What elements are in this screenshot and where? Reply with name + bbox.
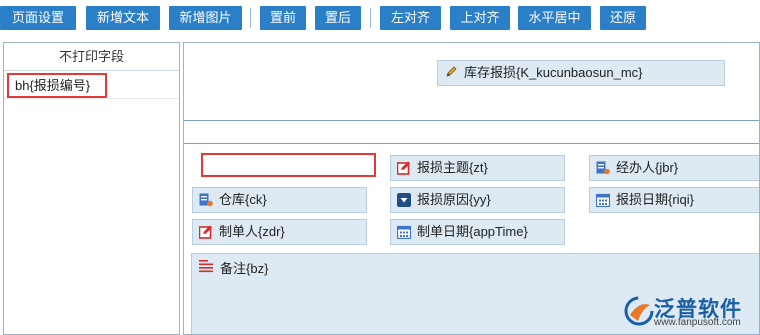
page-setup-button[interactable]: 页面设置 [0,6,76,30]
document-icon [199,193,213,207]
fanpusoft-logo: 泛普软件 www.fanpusoft.com [624,291,754,331]
calendar-icon [596,193,610,207]
title-field-label: 库存报损{K_kucunbaosun_mc} [464,65,643,80]
toolbar: 页面设置 新增文本 新增图片 置前 置后 左对齐 上对齐 水平居中 还原 [0,0,760,38]
field-creator-label: 制单人{zdr} [219,224,285,239]
field-reason[interactable]: 报损原因{yy} [390,187,565,213]
field-reason-label: 报损原因{yy} [417,192,491,207]
edit-icon [397,161,410,175]
empty-field-slot[interactable] [201,153,376,177]
field-date-label: 报损日期{riqi} [616,192,695,207]
restore-button[interactable]: 还原 [600,6,646,30]
calendar-icon [397,225,411,239]
send-back-button[interactable]: 置后 [315,6,361,30]
pencil-icon [446,66,457,77]
toolbar-separator [370,8,371,28]
field-warehouse-label: 仓库{ck} [219,192,267,207]
dropdown-icon [397,193,411,207]
field-theme-label: 报损主题{zt} [417,160,488,175]
bring-front-button[interactable]: 置前 [260,6,306,30]
add-text-button[interactable]: 新增文本 [86,6,160,30]
logo-mark-icon [624,296,654,326]
field-warehouse[interactable]: 仓库{ck} [192,187,367,213]
divider-line [184,143,759,144]
center-horizontal-button[interactable]: 水平居中 [518,6,591,30]
toolbar-separator [250,8,251,28]
field-handler-label: 经办人{jbr} [616,160,679,175]
field-create-date-label: 制单日期{appTime} [417,224,528,239]
divider-line [184,120,759,121]
align-top-button[interactable]: 上对齐 [450,6,510,30]
title-field[interactable]: 库存报损{K_kucunbaosun_mc} [437,60,725,86]
panel-header: 不打印字段 [4,43,179,71]
edit-icon [199,225,212,239]
field-date[interactable]: 报损日期{riqi} [589,187,759,213]
add-image-button[interactable]: 新增图片 [169,6,242,30]
field-report-number[interactable]: bh{报损编号} [7,73,107,98]
logo-url: www.fanpusoft.com [654,317,741,328]
text-lines-icon [199,260,213,273]
field-remark-label: 备注{bz} [220,261,269,276]
field-create-date[interactable]: 制单日期{appTime} [390,219,565,245]
align-left-button[interactable]: 左对齐 [380,6,441,30]
non-print-fields-panel: 不打印字段 bh{报损编号} [3,42,180,335]
field-creator[interactable]: 制单人{zdr} [192,219,367,245]
field-handler[interactable]: 经办人{jbr} [589,155,759,181]
list-item: bh{报损编号} [4,71,179,99]
field-theme[interactable]: 报损主题{zt} [390,155,565,181]
user-card-icon [596,161,610,175]
